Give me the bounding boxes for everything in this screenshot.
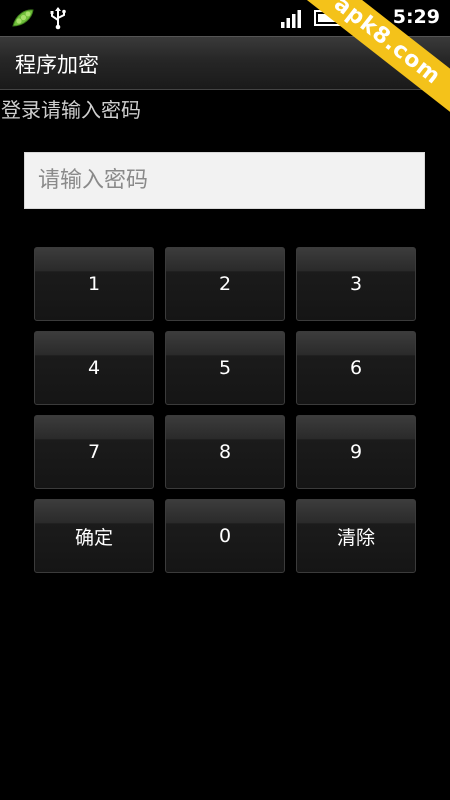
key-5-button[interactable]: 5 bbox=[165, 331, 285, 405]
signal-icon bbox=[281, 10, 301, 28]
pea-pod-icon bbox=[12, 9, 34, 27]
password-input[interactable] bbox=[24, 152, 425, 209]
key-7-button[interactable]: 7 bbox=[34, 415, 154, 489]
key-0-button[interactable]: 0 bbox=[165, 499, 285, 573]
key-2-button[interactable]: 2 bbox=[165, 247, 285, 321]
key-8-button[interactable]: 8 bbox=[165, 415, 285, 489]
key-3-button[interactable]: 3 bbox=[296, 247, 416, 321]
key-label: 7 bbox=[87, 441, 101, 463]
key-6-button[interactable]: 6 bbox=[296, 331, 416, 405]
key-label: 9 bbox=[349, 441, 363, 463]
key-label: 5 bbox=[218, 357, 232, 379]
page-title: 程序加密 bbox=[15, 53, 99, 77]
key-label: 0 bbox=[218, 525, 232, 547]
key-label: 1 bbox=[87, 273, 101, 295]
key-9-button[interactable]: 9 bbox=[296, 415, 416, 489]
key-1-button[interactable]: 1 bbox=[34, 247, 154, 321]
key-label: 清除 bbox=[336, 526, 375, 549]
key-label: 确定 bbox=[74, 526, 113, 549]
login-prompt-label: 登录请输入密码 bbox=[1, 98, 141, 122]
clear-button[interactable]: 清除 bbox=[296, 499, 416, 573]
key-4-button[interactable]: 4 bbox=[34, 331, 154, 405]
status-time: 5:29 bbox=[392, 6, 440, 28]
key-label: 3 bbox=[349, 273, 363, 295]
usb-icon bbox=[50, 7, 66, 30]
key-label: 4 bbox=[87, 357, 101, 379]
key-label: 2 bbox=[218, 273, 232, 295]
keypad: 1 2 3 4 5 6 7 8 9 确定 0 清除 bbox=[34, 247, 416, 573]
key-label: 6 bbox=[349, 357, 363, 379]
key-label: 8 bbox=[218, 441, 232, 463]
confirm-button[interactable]: 确定 bbox=[34, 499, 154, 573]
